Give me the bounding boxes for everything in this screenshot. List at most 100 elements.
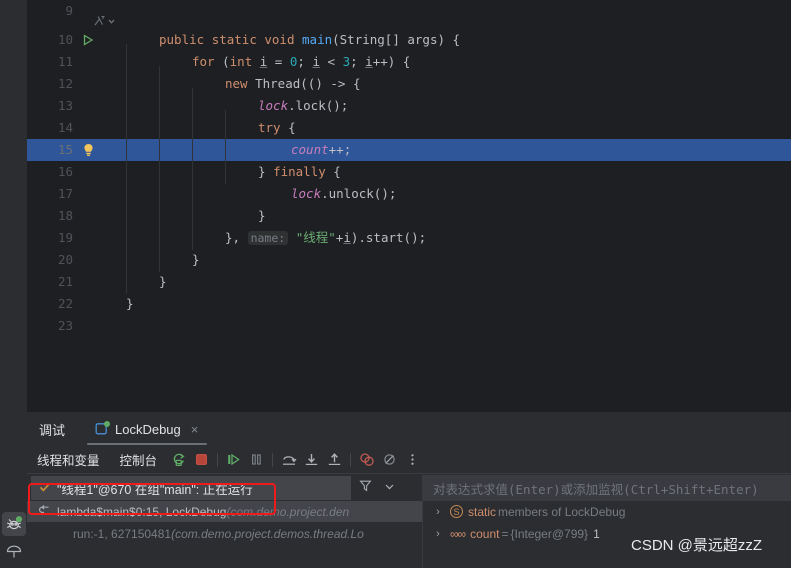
code-token-pun: {: [288, 120, 296, 135]
debug-bug-icon[interactable]: [2, 512, 26, 536]
code-text: try {: [101, 117, 791, 139]
code-token-var: i: [343, 230, 351, 245]
indent-guide: [126, 44, 127, 294]
code-token-num: 3: [342, 54, 351, 69]
thread-selector[interactable]: "线程1"@670 在组"main": 正在运行: [31, 476, 351, 500]
code-line[interactable]: 13 lock.lock();: [27, 95, 791, 117]
code-text: }: [101, 293, 791, 315]
more-options-icon[interactable]: [401, 449, 424, 471]
code-token-kw: for: [192, 54, 223, 69]
code-text: count++;: [101, 139, 791, 161]
step-over-icon[interactable]: [277, 449, 300, 471]
tab-console[interactable]: 控制台: [110, 446, 168, 474]
code-text: new Thread(() -> {: [101, 73, 791, 95]
resume-icon[interactable]: [222, 449, 245, 471]
thread-filter-controls: [359, 476, 395, 500]
code-line[interactable]: 11 for (int i = 0; i < 3; i++) {: [27, 51, 791, 73]
code-token-fld: lock: [291, 186, 322, 201]
line-number: 20: [57, 252, 73, 267]
indent-guide: [225, 110, 226, 184]
code-text: }: [101, 205, 791, 227]
code-token-pun: }: [126, 296, 134, 311]
tab-title: LockDebug: [115, 421, 181, 437]
variable-value: 1: [593, 526, 600, 541]
line-number: 10: [57, 32, 73, 47]
code-token-kw: finally: [273, 164, 334, 179]
code-line[interactable]: 9: [27, 0, 791, 22]
pause-icon[interactable]: [245, 449, 268, 471]
field-watch-icon: ∞∞: [450, 526, 466, 541]
code-line[interactable]: 10 public static void main(String[] args…: [27, 29, 791, 51]
code-line[interactable]: 22 }: [27, 293, 791, 315]
close-icon[interactable]: ×: [191, 422, 199, 437]
tab-threads-and-variables[interactable]: 线程和变量: [27, 446, 110, 474]
line-number: 14: [57, 120, 73, 135]
code-text: for (int i = 0; i < 3; i++) {: [101, 51, 791, 73]
code-token-pun: ++;: [328, 142, 352, 157]
code-text: lock.lock();: [101, 95, 791, 117]
line-number: 13: [57, 98, 73, 113]
code-token-pun: Thread(() -> {: [255, 76, 361, 91]
code-line[interactable]: 12 new Thread(() -> {: [27, 73, 791, 95]
code-line[interactable]: 17 lock.unlock();: [27, 183, 791, 205]
debug-tabstrip: 调试 LockDebug ×: [27, 412, 791, 446]
code-line[interactable]: 14 try {: [27, 117, 791, 139]
frame-text: run:-1, 627150481: [73, 526, 172, 541]
evaluate-placeholder: 对表达式求值(Enter)或添加监视(Ctrl+Shift+Enter): [433, 481, 759, 497]
variable-suffix: members of LockDebug: [498, 504, 626, 519]
lightbulb-icon[interactable]: [77, 139, 99, 161]
frame-package: (com.demo.project.den: [226, 504, 350, 519]
mute-breakpoints-icon[interactable]: [378, 449, 401, 471]
evaluate-expression-input[interactable]: 对表达式求值(Enter)或添加监视(Ctrl+Shift+Enter): [423, 475, 791, 501]
code-line[interactable]: 18 }: [27, 205, 791, 227]
line-number: 19: [57, 230, 73, 245]
code-line-current[interactable]: 15 count++;: [27, 139, 791, 161]
line-number: 17: [57, 186, 73, 201]
code-text: lock.unlock();: [101, 183, 791, 205]
step-into-icon[interactable]: [300, 449, 323, 471]
code-token-pun: }: [258, 164, 274, 179]
frames-list[interactable]: lambda$main$0:15, LockDebug (com.demo.pr…: [27, 501, 422, 568]
variable-row[interactable]: › S static members of LockDebug: [423, 501, 791, 522]
debug-config-icon: [95, 421, 110, 436]
indent-guide: [159, 66, 160, 272]
frame-package: (com.demo.project.demos.thread.Lo: [171, 526, 364, 541]
stop-icon[interactable]: [190, 449, 213, 471]
code-token-str: "线程": [295, 230, 336, 245]
expand-chevron-icon[interactable]: ›: [431, 506, 445, 518]
code-line[interactable]: 21 }: [27, 271, 791, 293]
code-token-pun: {: [333, 164, 341, 179]
services-icon[interactable]: [2, 540, 26, 564]
lambda-marker-icon[interactable]: [93, 14, 119, 28]
rerun-icon[interactable]: [167, 449, 190, 471]
variable-ref: {Integer@799}: [510, 526, 589, 541]
tool-window-title[interactable]: 调试: [39, 412, 65, 446]
expand-chevron-icon[interactable]: ›: [431, 528, 445, 540]
line-number: 23: [57, 318, 73, 333]
ide-window: 9 10 public static void main(String[] ar…: [0, 0, 791, 568]
code-token-var: i: [365, 54, 373, 69]
chevron-down-icon[interactable]: [384, 479, 395, 497]
code-token-hint: name:: [247, 231, 289, 245]
tab-lockdebug[interactable]: LockDebug ×: [87, 412, 206, 446]
frame-lambda-icon: [39, 504, 53, 519]
code-line[interactable]: 20 }: [27, 249, 791, 271]
code-token-pun: ;: [350, 54, 366, 69]
view-breakpoints-icon[interactable]: [355, 449, 378, 471]
code-token-pun: }: [258, 208, 266, 223]
code-token-pun: ;: [297, 54, 313, 69]
code-editor[interactable]: 9 10 public static void main(String[] ar…: [27, 0, 791, 411]
code-token-fld: count: [291, 142, 329, 157]
code-token-meth: main: [302, 32, 333, 47]
code-line[interactable]: 16 } finally {: [27, 161, 791, 183]
frame-row[interactable]: run:-1, 627150481 (com.demo.project.demo…: [27, 523, 422, 544]
filter-icon[interactable]: [359, 479, 372, 497]
step-out-icon[interactable]: [323, 449, 346, 471]
run-arrow-icon[interactable]: [77, 29, 99, 51]
code-text: } finally {: [101, 161, 791, 183]
toolbar-separator: [217, 452, 219, 467]
code-line[interactable]: 23: [27, 315, 791, 337]
frame-row[interactable]: lambda$main$0:15, LockDebug (com.demo.pr…: [27, 501, 422, 522]
code-line[interactable]: 19 }, name: "线程"+i).start();: [27, 227, 791, 249]
